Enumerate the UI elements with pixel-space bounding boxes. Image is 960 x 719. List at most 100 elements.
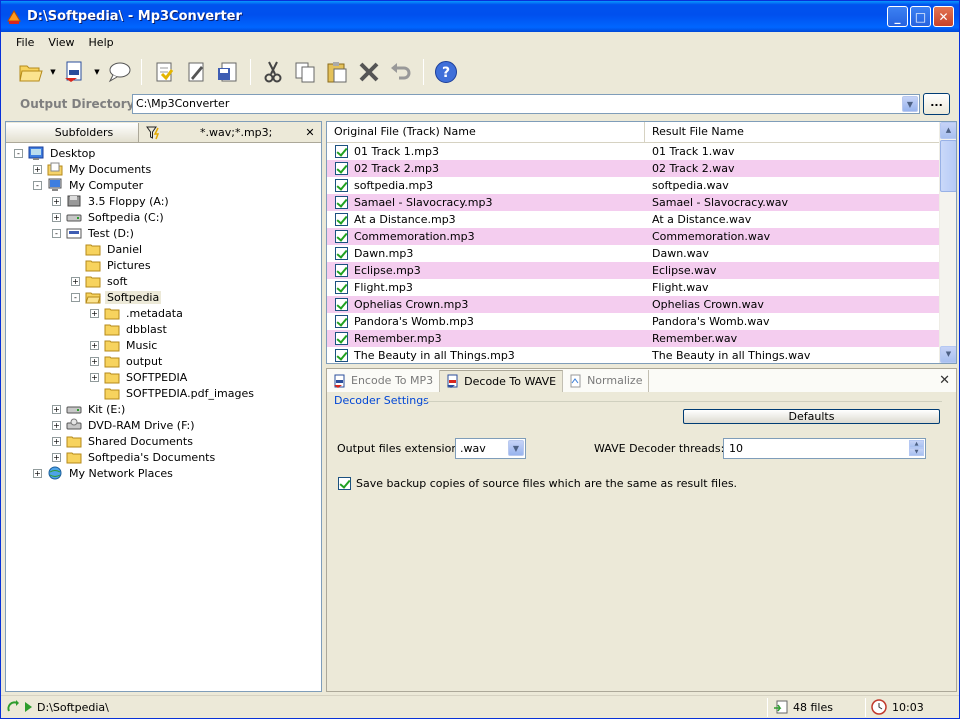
row-checkbox[interactable] [335, 264, 348, 277]
open-folder-button[interactable] [17, 58, 45, 86]
tree-node[interactable]: - My Computer [33, 177, 145, 193]
table-row[interactable]: Flight.mp3 Flight.wav [327, 279, 939, 296]
scroll-down-button[interactable]: ▼ [940, 346, 956, 363]
tree-node[interactable]: + My Network Places [33, 465, 175, 481]
table-row[interactable]: Eclipse.mp3 Eclipse.wav [327, 262, 939, 279]
table-row[interactable]: 01 Track 1.mp3 01 Track 1.wav [327, 143, 939, 160]
tree-node[interactable]: + Music [90, 337, 159, 353]
tree-node[interactable]: Daniel [71, 241, 144, 257]
close-button[interactable]: ✕ [933, 6, 954, 27]
file-list-scrollbar[interactable]: ▲ ▼ [939, 122, 956, 363]
table-row[interactable]: Remember.mp3 Remember.wav [327, 330, 939, 347]
output-extension-select[interactable]: .wav ▼ [455, 438, 526, 459]
expand-toggle[interactable]: + [52, 436, 61, 446]
collapse-toggle[interactable]: - [71, 292, 80, 302]
row-checkbox[interactable] [335, 247, 348, 260]
backup-checkbox[interactable] [338, 477, 351, 490]
expand-toggle[interactable]: + [52, 452, 61, 462]
batch-dropdown-arrow[interactable]: ▼ [93, 68, 101, 76]
menu-file[interactable]: File [9, 34, 41, 51]
output-directory-combo[interactable]: C:\Mp3Converter ▼ [132, 94, 920, 114]
collapse-toggle[interactable]: - [52, 228, 61, 238]
expand-toggle[interactable]: + [52, 404, 61, 414]
row-checkbox[interactable] [335, 196, 348, 209]
row-checkbox[interactable] [335, 145, 348, 158]
expand-toggle[interactable]: + [90, 372, 99, 382]
defaults-button[interactable]: Defaults [683, 409, 940, 424]
tree-node[interactable]: dbblast [90, 321, 169, 337]
scroll-up-button[interactable]: ▲ [940, 122, 956, 139]
expand-toggle[interactable]: + [90, 308, 99, 318]
tree-node[interactable]: + Softpedia's Documents [52, 449, 217, 465]
row-checkbox[interactable] [335, 281, 348, 294]
open-dropdown-arrow[interactable]: ▼ [49, 68, 57, 76]
table-row[interactable]: 02 Track 2.mp3 02 Track 2.wav [327, 160, 939, 177]
tree-node[interactable]: + Shared Documents [52, 433, 195, 449]
expand-toggle[interactable]: + [52, 212, 61, 222]
comment-button[interactable] [105, 58, 133, 86]
decoder-threads-input[interactable]: 10 ▲ ▼ [723, 438, 926, 459]
folder-pane-close-button[interactable]: ✕ [303, 123, 317, 142]
expand-toggle[interactable]: + [90, 356, 99, 366]
tree-node[interactable]: + output [90, 353, 164, 369]
row-checkbox[interactable] [335, 298, 348, 311]
collapse-toggle[interactable]: - [14, 148, 23, 158]
spin-down-button[interactable]: ▼ [909, 448, 924, 456]
save-button[interactable] [214, 58, 242, 86]
expand-toggle[interactable]: + [52, 196, 61, 206]
tree-node[interactable]: - Test (D:) [52, 225, 136, 241]
output-directory-dropdown[interactable]: ▼ [902, 96, 918, 112]
tab-encode-mp3[interactable]: Encode To MP3 [327, 369, 441, 392]
maximize-button[interactable]: □ [910, 6, 931, 27]
menu-view[interactable]: View [41, 34, 81, 51]
subfolders-button[interactable]: Subfolders [6, 123, 139, 142]
tree-node[interactable]: SOFTPEDIA.pdf_images [90, 385, 256, 401]
table-row[interactable]: The Beauty in all Things.mp3 The Beauty i… [327, 347, 939, 363]
tree-node[interactable]: + SOFTPEDIA [90, 369, 189, 385]
copy-button[interactable] [291, 58, 319, 86]
expand-toggle[interactable]: + [33, 164, 42, 174]
table-row[interactable]: Dawn.mp3 Dawn.wav [327, 245, 939, 262]
row-checkbox[interactable] [335, 230, 348, 243]
paste-button[interactable] [323, 58, 351, 86]
table-row[interactable]: Samael - Slavocracy.mp3 Samael - Slavocra… [327, 194, 939, 211]
expand-toggle[interactable]: + [33, 468, 42, 478]
minimize-button[interactable]: _ [887, 6, 908, 27]
table-row[interactable]: softpedia.mp3 softpedia.wav [327, 177, 939, 194]
tree-node[interactable]: + .metadata [90, 305, 185, 321]
decoder-threads-spinner[interactable]: ▲ ▼ [909, 440, 924, 457]
table-row[interactable]: Commemoration.mp3 Commemoration.wav [327, 228, 939, 245]
batch-button[interactable] [61, 58, 89, 86]
delete-button[interactable] [355, 58, 383, 86]
folder-tree[interactable]: - Desktop + My Documents - My Computer +3.5 Fl… [6, 144, 321, 690]
undo-button[interactable] [387, 58, 415, 86]
expand-toggle[interactable]: + [71, 276, 80, 286]
scroll-thumb[interactable] [940, 140, 956, 192]
title-bar[interactable]: D:\Softpedia\ - Mp3Converter _ □ ✕ [1, 1, 959, 32]
tree-node[interactable]: + Softpedia (C:) [52, 209, 166, 225]
spin-up-button[interactable]: ▲ [909, 440, 924, 448]
menu-help[interactable]: Help [82, 34, 121, 51]
tree-node[interactable]: +3.5 Floppy (A:) [52, 193, 171, 209]
expand-toggle[interactable]: + [90, 340, 99, 350]
tree-node[interactable]: + soft [71, 273, 129, 289]
table-row[interactable]: Pandora's Womb.mp3 Pandora's Womb.wav [327, 313, 939, 330]
tree-node[interactable]: - Desktop [14, 145, 97, 161]
edit-button[interactable] [182, 58, 210, 86]
row-checkbox[interactable] [335, 315, 348, 328]
collapse-toggle[interactable]: - [33, 180, 42, 190]
output-extension-dropdown[interactable]: ▼ [508, 440, 524, 456]
file-list[interactable]: Original File (Track) Name Result File N… [326, 121, 957, 364]
row-checkbox[interactable] [335, 162, 348, 175]
cut-button[interactable] [259, 58, 287, 86]
tree-node[interactable]: - Softpedia [71, 289, 162, 305]
tree-node[interactable]: + My Documents [33, 161, 153, 177]
row-checkbox[interactable] [335, 349, 348, 362]
settings-close-button[interactable]: ✕ [939, 373, 950, 388]
row-checkbox[interactable] [335, 213, 348, 226]
file-filter[interactable]: *.wav;*.mp3; [140, 123, 300, 142]
browse-button[interactable]: ... [923, 93, 950, 115]
tree-node[interactable]: + Kit (E:) [52, 401, 127, 417]
copy-to-button[interactable] [150, 58, 178, 86]
tab-decode-wave[interactable]: Decode To WAVE [440, 369, 564, 392]
